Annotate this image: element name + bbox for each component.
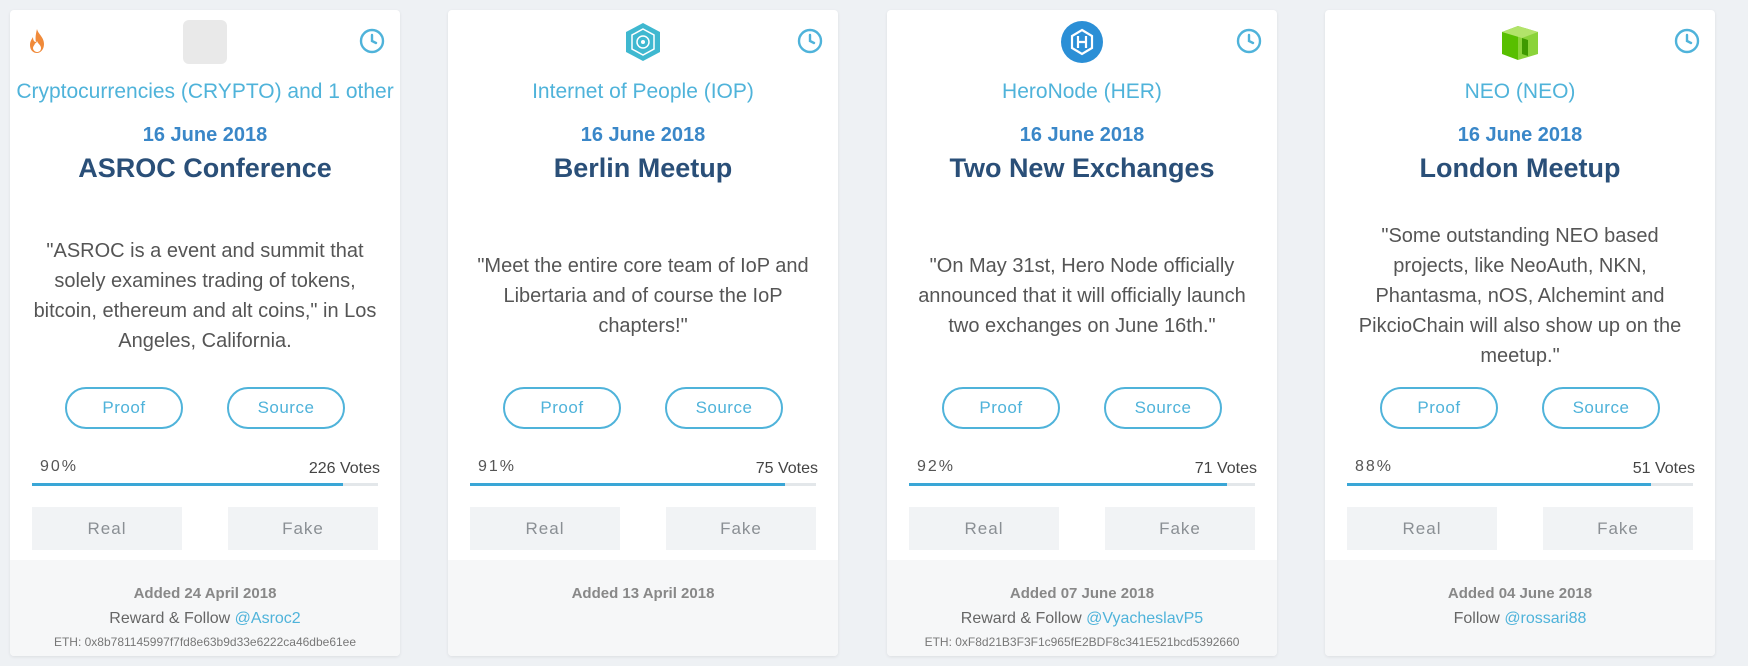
coin-logo-placeholder — [183, 20, 227, 64]
card-footer: Added 07 June 2018 Reward & Follow @Vyac… — [887, 560, 1277, 656]
vote-count: 75 Votes — [755, 460, 818, 477]
vote-progress-bar — [1347, 483, 1693, 486]
coin-name-link[interactable]: NEO (NEO) — [1325, 80, 1715, 104]
vote-progress-fill — [909, 483, 1228, 486]
vote-progress-bar — [909, 483, 1255, 486]
event-title: Berlin Meetup — [553, 153, 733, 183]
follow-line: Follow @rossari88 — [1325, 610, 1715, 628]
proof-button[interactable]: Proof — [65, 387, 183, 429]
follow-handle-link[interactable]: @Asroc2 — [235, 610, 301, 627]
eth-address: ETH: 0xF8d21B3F3F1c965fE2BDF8c341E521bcd… — [924, 635, 1240, 649]
card-footer: Added 13 April 2018 — [448, 560, 838, 656]
heronode-logo — [1061, 21, 1103, 63]
clock-icon[interactable] — [797, 28, 823, 54]
event-title: London Meetup — [1419, 153, 1621, 183]
neo-logo — [1502, 26, 1538, 60]
clock-icon[interactable] — [1236, 28, 1262, 54]
event-title: ASROC Conference — [78, 153, 332, 183]
vote-real-button[interactable]: Real — [470, 507, 620, 550]
event-title: Two New Exchanges — [949, 153, 1215, 183]
coin-name-link[interactable]: Cryptocurrencies (CRYPTO) and 1 other — [10, 80, 400, 104]
eth-address: ETH: 0x8b781145997f7fd8e63b9d33e6222ca46… — [53, 635, 357, 649]
added-date: Added 07 June 2018 — [1009, 585, 1155, 602]
follow-line: Reward & Follow @VyacheslavP5 — [887, 610, 1277, 628]
added-date: Added 24 April 2018 — [133, 585, 277, 602]
vote-percentage: 90% — [40, 458, 79, 475]
source-button[interactable]: Source — [665, 387, 783, 429]
vote-percentage: 92% — [917, 458, 956, 475]
event-date: 16 June 2018 — [580, 124, 706, 146]
clock-icon[interactable] — [359, 28, 385, 54]
vote-fake-button[interactable]: Fake — [1105, 507, 1255, 550]
vote-progress-bar — [32, 483, 378, 486]
event-date: 16 June 2018 — [1457, 124, 1583, 146]
card-footer: Added 04 June 2018 Follow @rossari88 — [1325, 560, 1715, 656]
event-date: 16 June 2018 — [142, 124, 268, 146]
vote-real-button[interactable]: Real — [1347, 507, 1497, 550]
source-button[interactable]: Source — [227, 387, 345, 429]
follow-prefix: Follow — [1453, 610, 1505, 627]
vote-fake-button[interactable]: Fake — [666, 507, 816, 550]
vote-progress-fill — [32, 483, 344, 486]
follow-prefix: Reward & Follow — [109, 610, 235, 627]
follow-line: Reward & Follow @Asroc2 — [10, 610, 400, 628]
vote-percentage: 91% — [478, 458, 517, 475]
vote-count: 226 Votes — [308, 460, 380, 477]
proof-button[interactable]: Proof — [942, 387, 1060, 429]
fire-icon — [30, 29, 44, 53]
coin-name-link[interactable]: HeroNode (HER) — [887, 80, 1277, 104]
vote-progress-fill — [1347, 483, 1652, 486]
coin-name-link[interactable]: Internet of People (IOP) — [448, 80, 838, 104]
added-date: Added 13 April 2018 — [571, 585, 715, 602]
follow-handle-link[interactable]: @VyacheslavP5 — [1086, 610, 1203, 627]
event-card: Cryptocurrencies (CRYPTO) and 1 other 16… — [10, 10, 400, 656]
vote-fake-button[interactable]: Fake — [1543, 507, 1693, 550]
proof-button[interactable]: Proof — [1380, 387, 1498, 429]
proof-button[interactable]: Proof — [503, 387, 621, 429]
vote-real-button[interactable]: Real — [32, 507, 182, 550]
follow-prefix: Reward & Follow — [960, 610, 1087, 627]
event-date: 16 June 2018 — [1019, 124, 1145, 146]
source-button[interactable]: Source — [1542, 387, 1660, 429]
event-card: Internet of People (IOP) 16 June 2018 Be… — [448, 10, 838, 656]
iop-logo — [626, 23, 660, 61]
event-quote: "ASROC is a event and summit that solely… — [33, 240, 377, 352]
card-footer: Added 24 April 2018 Reward & Follow @Asr… — [10, 560, 400, 656]
vote-real-button[interactable]: Real — [909, 507, 1059, 550]
vote-count: 51 Votes — [1632, 460, 1695, 477]
vote-percentage: 88% — [1355, 458, 1394, 475]
vote-count: 71 Votes — [1194, 460, 1257, 477]
clock-icon[interactable] — [1674, 28, 1700, 54]
event-quote: "Meet the entire core team of IoP and Li… — [477, 255, 809, 337]
vote-progress-bar — [470, 483, 816, 486]
vote-fake-button[interactable]: Fake — [228, 507, 378, 550]
follow-handle-link[interactable]: @rossari88 — [1504, 610, 1586, 627]
event-quote: "Some outstanding NEO based projects, li… — [1358, 225, 1682, 367]
added-date: Added 04 June 2018 — [1447, 585, 1593, 602]
event-card: NEO (NEO) 16 June 2018 London Meetup "So… — [1325, 10, 1715, 656]
event-quote: "On May 31st, Hero Node officially annou… — [918, 255, 1246, 337]
source-button[interactable]: Source — [1104, 387, 1222, 429]
vote-progress-fill — [470, 483, 785, 486]
event-card: HeroNode (HER) 16 June 2018 Two New Exch… — [887, 10, 1277, 656]
